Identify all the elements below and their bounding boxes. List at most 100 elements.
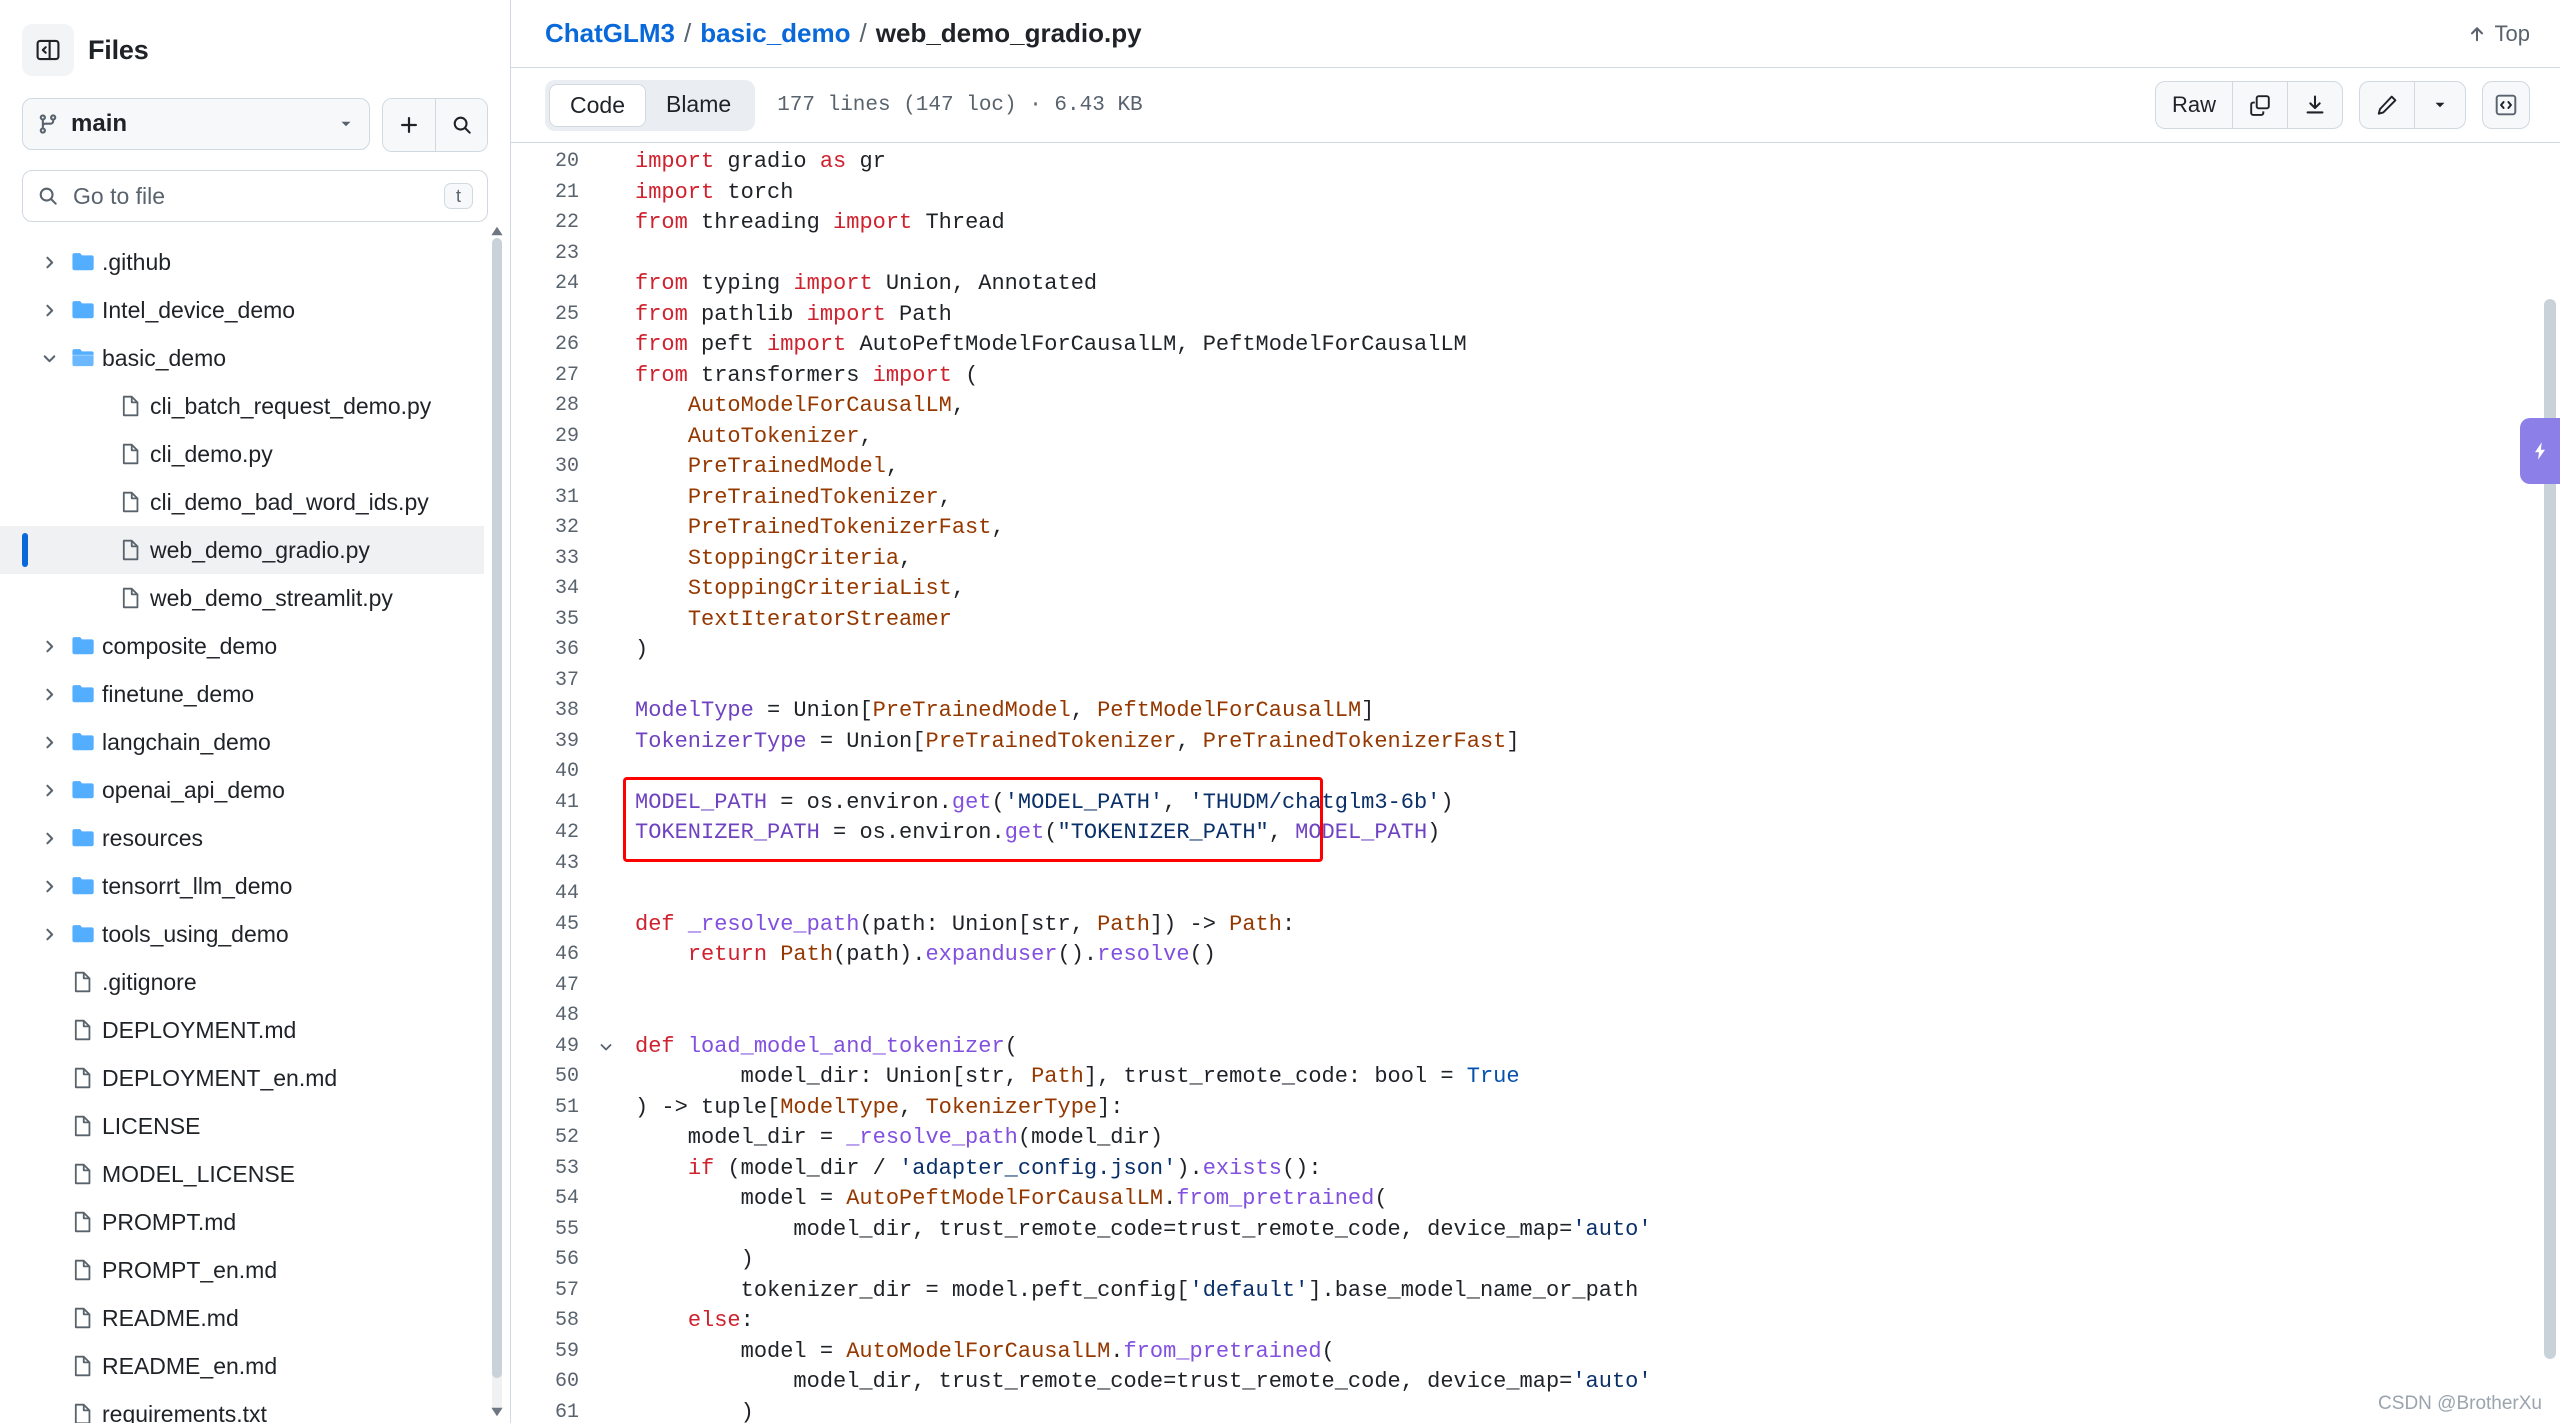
line-number[interactable]: 54 (511, 1184, 589, 1215)
tree-file-license[interactable]: LICENSE (0, 1102, 484, 1150)
line-number[interactable]: 50 (511, 1062, 589, 1093)
scroll-up-arrow-icon[interactable] (490, 224, 504, 238)
tree-folder-intel-device-demo[interactable]: Intel_device_demo (0, 286, 484, 334)
raw-button[interactable]: Raw (2156, 82, 2232, 128)
line-number[interactable]: 57 (511, 1276, 589, 1307)
tree-folder-openai-api-demo[interactable]: openai_api_demo (0, 766, 484, 814)
tree-file-requirements-txt[interactable]: requirements.txt (0, 1390, 484, 1423)
add-file-button[interactable] (383, 99, 435, 151)
search-button[interactable] (435, 99, 487, 151)
code-viewer[interactable]: 20 import gradio as gr 21 import torch 22 fro… (511, 142, 2560, 1423)
tree-file-web-demo-streamlit-py[interactable]: web_demo_streamlit.py (0, 574, 484, 622)
line-number[interactable]: 47 (511, 971, 589, 1002)
line-number[interactable]: 60 (511, 1367, 589, 1398)
line-number[interactable]: 58 (511, 1306, 589, 1337)
file-search-box[interactable]: t (22, 170, 488, 222)
line-number[interactable]: 25 (511, 300, 589, 331)
copy-raw-button[interactable] (2232, 82, 2287, 128)
line-number[interactable]: 38 (511, 696, 589, 727)
line-number[interactable]: 48 (511, 1001, 589, 1032)
tree-file-web-demo-gradio-py[interactable]: web_demo_gradio.py (0, 526, 484, 574)
code-fold-toggle-icon[interactable] (589, 1039, 623, 1055)
tree-folder-composite-demo[interactable]: composite_demo (0, 622, 484, 670)
line-number[interactable]: 28 (511, 391, 589, 422)
tree-file-deployment-en-md[interactable]: DEPLOYMENT_en.md (0, 1054, 484, 1102)
chevron-down-icon[interactable] (34, 350, 64, 367)
line-number[interactable]: 41 (511, 788, 589, 819)
tree-file-cli-batch-request-demo-py[interactable]: cli_batch_request_demo.py (0, 382, 484, 430)
line-number[interactable]: 23 (511, 239, 589, 270)
breadcrumb-repo[interactable]: ChatGLM3 (545, 18, 675, 49)
tree-file-readme-md[interactable]: README.md (0, 1294, 484, 1342)
tab-blame[interactable]: Blame (646, 84, 751, 127)
chevron-right-icon[interactable] (34, 926, 64, 943)
tree-folder-finetune-demo[interactable]: finetune_demo (0, 670, 484, 718)
tree-file-prompt-md[interactable]: PROMPT.md (0, 1198, 484, 1246)
symbols-panel-button[interactable] (2482, 81, 2530, 129)
line-number[interactable]: 59 (511, 1337, 589, 1368)
tree-file-prompt-en-md[interactable]: PROMPT_en.md (0, 1246, 484, 1294)
line-number[interactable]: 49 (511, 1032, 589, 1063)
edit-file-button[interactable] (2360, 82, 2414, 128)
back-to-top-link[interactable]: Top (2467, 21, 2530, 47)
chevron-right-icon[interactable] (34, 686, 64, 703)
tree-file-model-license[interactable]: MODEL_LICENSE (0, 1150, 484, 1198)
tab-code[interactable]: Code (549, 83, 646, 127)
line-number[interactable]: 52 (511, 1123, 589, 1154)
tree-folder-tools-using-demo[interactable]: tools_using_demo (0, 910, 484, 958)
line-number[interactable]: 56 (511, 1245, 589, 1276)
scroll-down-arrow-icon[interactable] (490, 1405, 504, 1419)
search-input[interactable] (71, 181, 432, 211)
download-button[interactable] (2287, 82, 2342, 128)
line-number[interactable]: 27 (511, 361, 589, 392)
line-number[interactable]: 24 (511, 269, 589, 300)
line-number[interactable]: 20 (511, 147, 589, 178)
line-number[interactable]: 51 (511, 1093, 589, 1124)
chevron-right-icon[interactable] (34, 782, 64, 799)
tree-file-deployment-md[interactable]: DEPLOYMENT.md (0, 1006, 484, 1054)
chevron-right-icon[interactable] (34, 638, 64, 655)
sidebar-scrollbar[interactable] (492, 238, 502, 1413)
line-number[interactable]: 29 (511, 422, 589, 453)
tree-folder--github[interactable]: .github (0, 238, 484, 286)
line-number[interactable]: 53 (511, 1154, 589, 1185)
line-number[interactable]: 37 (511, 666, 589, 697)
tree-file-cli-demo-bad-word-ids-py[interactable]: cli_demo_bad_word_ids.py (0, 478, 484, 526)
line-number[interactable]: 31 (511, 483, 589, 514)
floating-assistant-tab[interactable] (2520, 418, 2560, 484)
chevron-right-icon[interactable] (34, 878, 64, 895)
tree-file-readme-en-md[interactable]: README_en.md (0, 1342, 484, 1390)
tree-folder-langchain-demo[interactable]: langchain_demo (0, 718, 484, 766)
line-number[interactable]: 30 (511, 452, 589, 483)
tree-folder-resources[interactable]: resources (0, 814, 484, 862)
line-number[interactable]: 55 (511, 1215, 589, 1246)
line-number[interactable]: 21 (511, 178, 589, 209)
code-scrollbar[interactable] (2544, 149, 2556, 1417)
breadcrumb-folder[interactable]: basic_demo (700, 18, 850, 49)
line-number[interactable]: 42 (511, 818, 589, 849)
line-number[interactable]: 39 (511, 727, 589, 758)
line-number[interactable]: 33 (511, 544, 589, 575)
line-number[interactable]: 35 (511, 605, 589, 636)
edit-dropdown-button[interactable] (2414, 82, 2465, 128)
chevron-right-icon[interactable] (34, 734, 64, 751)
tree-file--gitignore[interactable]: .gitignore (0, 958, 484, 1006)
line-number[interactable]: 61 (511, 1398, 589, 1423)
chevron-right-icon[interactable] (34, 830, 64, 847)
line-number[interactable]: 34 (511, 574, 589, 605)
chevron-right-icon[interactable] (34, 254, 64, 271)
branch-selector[interactable]: main (22, 98, 370, 150)
line-number[interactable]: 22 (511, 208, 589, 239)
line-number[interactable]: 40 (511, 757, 589, 788)
line-number[interactable]: 26 (511, 330, 589, 361)
sidebar-collapse-icon[interactable] (22, 24, 74, 76)
tree-file-cli-demo-py[interactable]: cli_demo.py (0, 430, 484, 478)
line-number[interactable]: 45 (511, 910, 589, 941)
tree-folder-basic-demo[interactable]: basic_demo (0, 334, 484, 382)
line-number[interactable]: 44 (511, 879, 589, 910)
line-number[interactable]: 36 (511, 635, 589, 666)
line-number[interactable]: 46 (511, 940, 589, 971)
chevron-right-icon[interactable] (34, 302, 64, 319)
line-number[interactable]: 32 (511, 513, 589, 544)
tree-folder-tensorrt-llm-demo[interactable]: tensorrt_llm_demo (0, 862, 484, 910)
